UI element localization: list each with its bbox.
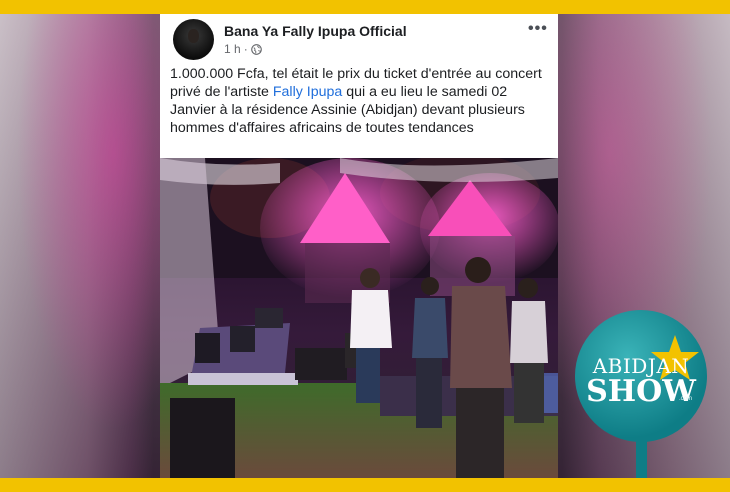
facebook-post: Bana Ya Fally Ipupa Official 1 h · ••• 1… [160,14,558,478]
more-options-icon[interactable]: ••• [528,20,548,38]
post-photo[interactable] [160,158,558,478]
post-meta: 1 h · [224,42,262,56]
post-author[interactable]: Bana Ya Fally Ipupa Official [224,23,407,39]
post-text: 1.000.000 Fcfa, tel était le prix du tic… [170,65,554,137]
globe-icon [250,43,262,55]
blurred-background-left [0,14,162,478]
artist-link[interactable]: Fally Ipupa [273,84,342,100]
logo-domain: .com [679,396,693,402]
avatar[interactable] [173,19,214,60]
top-yellow-band [0,0,730,14]
bottom-yellow-band [0,478,730,492]
concert-scene [160,158,558,478]
logo-line2: SHOW [586,374,696,409]
meta-separator: · [243,42,248,56]
abidjan-show-logo: ABIDJAN SHOW .com [575,310,707,442]
post-time[interactable]: 1 h [224,42,241,56]
